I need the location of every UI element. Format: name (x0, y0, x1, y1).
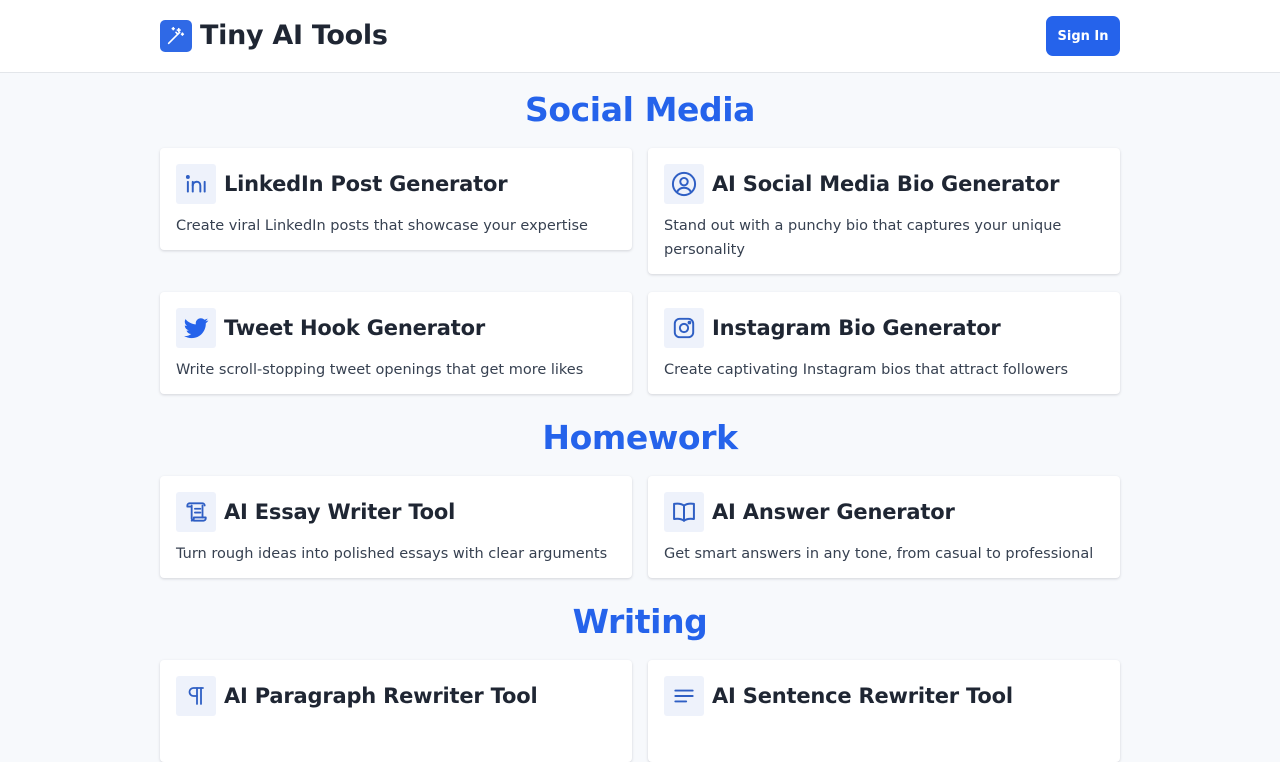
top-navigation-bar: Tiny AI Tools Sign In (0, 0, 1280, 73)
instagram-icon (664, 308, 704, 348)
tool-card-linkedin-post-generator[interactable]: LinkedIn Post Generator Create viral Lin… (160, 148, 632, 250)
app-name: Tiny AI Tools (200, 20, 388, 51)
user-circle-icon (664, 164, 704, 204)
tool-title: AI Essay Writer Tool (224, 500, 456, 524)
text-lines-icon (664, 676, 704, 716)
open-book-icon (664, 492, 704, 532)
section-title-writing: Writing (572, 602, 708, 641)
tool-title: AI Paragraph Rewriter Tool (224, 684, 538, 708)
tool-description: Get smart answers in any tone, from casu… (664, 546, 1094, 562)
tool-card-ai-essay-writer-tool[interactable]: AI Essay Writer Tool Turn rough ideas in… (160, 476, 632, 578)
tool-title: AI Sentence Rewriter Tool (712, 684, 1013, 708)
tool-title: Tweet Hook Generator (224, 316, 485, 340)
tool-card-ai-answer-generator[interactable]: AI Answer Generator Get smart answers in… (648, 476, 1120, 578)
tool-description: Stand out with a punchy bio that capture… (664, 218, 1062, 258)
tool-title: Instagram Bio Generator (712, 316, 1001, 340)
section-title-homework: Homework (542, 418, 738, 457)
scroll-icon (176, 492, 216, 532)
tool-card-instagram-bio-generator[interactable]: Instagram Bio Generator Create captivati… (648, 292, 1120, 394)
logo-link[interactable]: Tiny AI Tools (160, 19, 388, 53)
magic-wand-icon (160, 20, 192, 52)
linkedin-icon (176, 164, 216, 204)
tool-title: AI Answer Generator (712, 500, 955, 524)
tool-card-ai-social-media-bio-generator[interactable]: AI Social Media Bio Generator Stand out … (648, 148, 1120, 274)
tool-card-ai-paragraph-rewriter-tool[interactable]: AI Paragraph Rewriter Tool (160, 660, 632, 762)
twitter-icon (176, 308, 216, 348)
sign-in-button[interactable]: Sign In (1046, 16, 1120, 56)
tool-title: LinkedIn Post Generator (224, 172, 508, 196)
tool-description: Create captivating Instagram bios that a… (664, 362, 1069, 378)
tool-title: AI Social Media Bio Generator (712, 172, 1060, 196)
tool-card-ai-sentence-rewriter-tool[interactable]: AI Sentence Rewriter Tool (648, 660, 1120, 762)
pilcrow-icon (176, 676, 216, 716)
section-title-social-media: Social Media (524, 90, 755, 129)
tool-card-tweet-hook-generator[interactable]: Tweet Hook Generator Write scroll-stoppi… (160, 292, 632, 394)
tool-description: Turn rough ideas into polished essays wi… (176, 546, 608, 562)
tool-description: Write scroll-stopping tweet openings tha… (176, 362, 584, 378)
tool-description: Create viral LinkedIn posts that showcas… (176, 218, 588, 234)
